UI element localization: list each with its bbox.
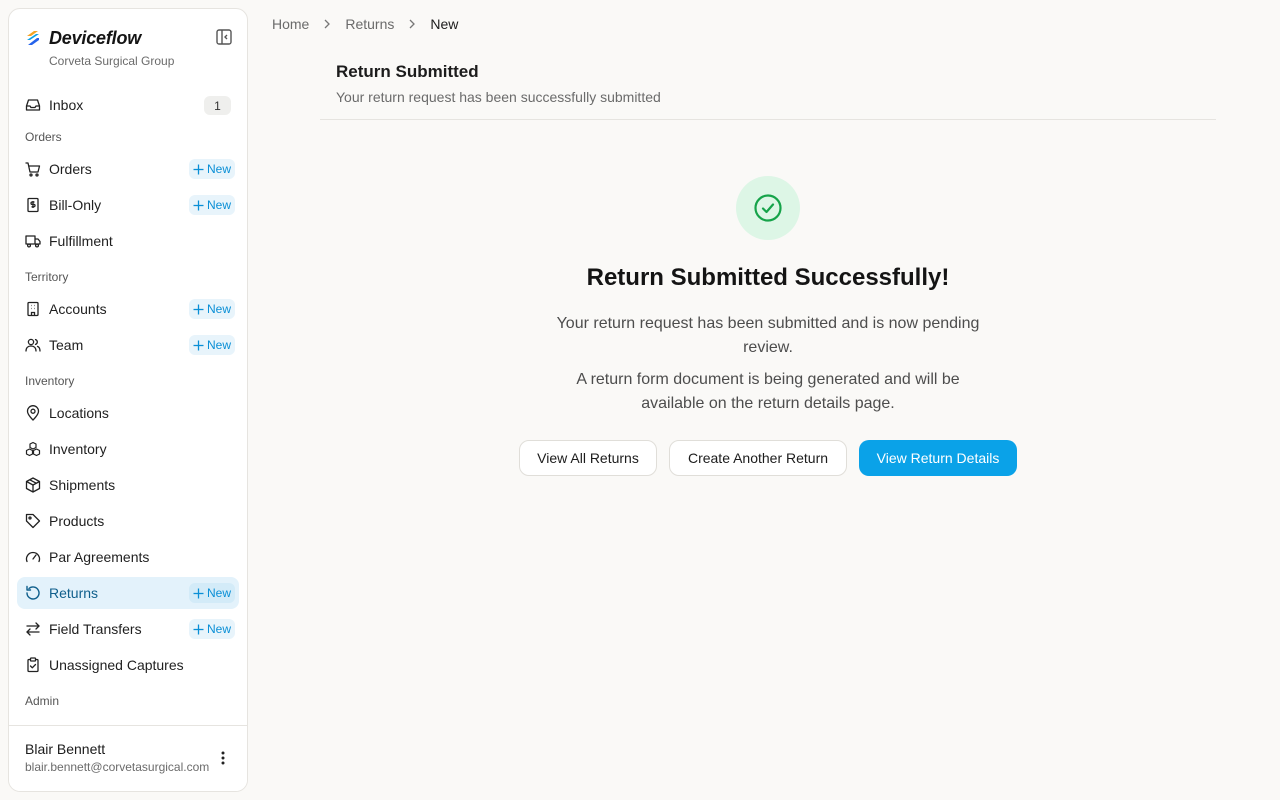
sidebar-item-label: Par Agreements — [49, 549, 150, 565]
view-return-details-button[interactable]: View Return Details — [859, 440, 1017, 476]
sidebar-item-shipments[interactable]: Shipments — [17, 469, 239, 501]
sidebar-item-label: Locations — [49, 405, 109, 421]
inbox-count-badge: 1 — [204, 96, 231, 115]
plus-icon — [193, 164, 204, 174]
new-label: New — [206, 198, 231, 212]
document-generation-message: A return form document is being generate… — [576, 371, 960, 412]
success-message: Your return request has been submitted a… — [556, 315, 980, 356]
new-label: New — [206, 586, 231, 600]
inbox-icon — [25, 97, 41, 113]
breadcrumb-home[interactable]: Home — [272, 16, 309, 32]
tag-icon — [25, 513, 41, 529]
new-return-button[interactable]: New — [188, 583, 235, 603]
sidebar-item-orders[interactable]: Orders New — [17, 153, 239, 185]
boxes-icon — [25, 441, 41, 457]
sidebar-item-label: Team — [49, 337, 84, 353]
new-bill-only-button[interactable]: New — [188, 195, 235, 215]
gauge-icon — [25, 549, 41, 565]
sidebar-item-label: Returns — [49, 585, 99, 601]
sidebar-item-fulfillment[interactable]: Fulfillment — [17, 225, 239, 257]
plus-icon — [193, 200, 204, 210]
user-account-panel[interactable]: Blair Bennett blair.bennett@corvetasurgi… — [9, 725, 247, 791]
check-circle-icon — [754, 194, 782, 222]
new-team-button[interactable]: New — [188, 335, 235, 355]
plus-icon — [193, 624, 204, 634]
breadcrumb-current: New — [430, 16, 459, 32]
sidebar-item-accounts[interactable]: Accounts New — [17, 293, 239, 325]
success-title: Return Submitted Successfully! — [586, 264, 950, 291]
new-field-transfer-button[interactable]: New — [188, 619, 235, 639]
new-account-button[interactable]: New — [188, 299, 235, 319]
brand[interactable]: Deviceflow — [25, 27, 141, 49]
sidebar-item-label: Fulfillment — [49, 233, 113, 249]
cart-icon — [25, 161, 41, 177]
sidebar-item-label: Bill-Only — [49, 197, 102, 213]
sidebar-toggle-icon — [216, 29, 232, 45]
chevron-right-icon — [408, 19, 416, 29]
clipboard-check-icon — [25, 657, 41, 673]
section-label-territory: Territory — [25, 270, 69, 284]
user-name: Blair Bennett — [25, 741, 106, 757]
sidebar-item-label: Products — [49, 513, 105, 529]
sidebar-item-returns[interactable]: Returns New — [17, 577, 239, 609]
plus-icon — [193, 340, 204, 350]
sidebar-item-products[interactable]: Products — [17, 505, 239, 537]
page-header: Return Submitted Your return request has… — [320, 62, 1216, 120]
sidebar-item-label: Unassigned Captures — [49, 657, 184, 673]
sidebar-item-unassigned-captures[interactable]: Unassigned Captures — [17, 649, 239, 681]
section-label-orders: Orders — [25, 130, 62, 144]
map-pin-icon — [25, 405, 41, 421]
user-email: blair.bennett@corvetasurgical.com — [25, 760, 210, 774]
page-title: Return Submitted — [336, 62, 479, 81]
page-subtitle: Your return request has been successfull… — [336, 89, 661, 105]
success-badge — [736, 176, 800, 240]
new-label: New — [206, 162, 231, 176]
section-label-admin: Admin — [25, 694, 60, 708]
plus-icon — [193, 588, 204, 598]
sidebar-item-locations[interactable]: Locations — [17, 397, 239, 429]
new-label: New — [206, 622, 231, 636]
building-icon — [25, 301, 41, 317]
receipt-dollar-icon — [25, 197, 41, 213]
rotate-ccw-icon — [25, 585, 41, 601]
users-icon — [25, 337, 41, 353]
deviceflow-logo-icon — [27, 31, 39, 45]
sidebar-item-label: Shipments — [49, 477, 116, 493]
view-all-returns-button[interactable]: View All Returns — [519, 440, 657, 476]
sidebar-item-label: Inventory — [49, 441, 107, 457]
sidebar-item-bill-only[interactable]: Bill-Only New — [17, 189, 239, 221]
sidebar: Deviceflow Corveta Surgical Group Inbox … — [8, 8, 248, 792]
plus-icon — [193, 304, 204, 314]
brand-name: Deviceflow — [49, 27, 142, 48]
package-icon — [25, 477, 41, 493]
sidebar-item-label: Field Transfers — [49, 621, 142, 637]
sidebar-collapse-button[interactable] — [214, 27, 234, 47]
new-label: New — [206, 302, 231, 316]
sidebar-item-par-agreements[interactable]: Par Agreements — [17, 541, 239, 573]
create-another-return-button[interactable]: Create Another Return — [669, 440, 847, 476]
breadcrumb-returns[interactable]: Returns — [345, 16, 394, 32]
more-vertical-icon — [221, 751, 225, 765]
breadcrumb: Home Returns New — [272, 14, 458, 34]
sidebar-item-field-transfers[interactable]: Field Transfers New — [17, 613, 239, 645]
sidebar-item-label: Orders — [49, 161, 92, 177]
sidebar-item-team[interactable]: Team New — [17, 329, 239, 361]
org-name: Corveta Surgical Group — [49, 54, 175, 68]
truck-icon — [25, 233, 41, 249]
new-order-button[interactable]: New — [188, 159, 235, 179]
sidebar-item-inbox[interactable]: Inbox 1 — [17, 89, 239, 121]
new-label: New — [206, 338, 231, 352]
user-menu-button[interactable] — [213, 748, 233, 768]
sidebar-item-label: Accounts — [49, 301, 107, 317]
sidebar-item-inventory[interactable]: Inventory — [17, 433, 239, 465]
chevron-right-icon — [323, 19, 331, 29]
arrows-left-right-icon — [25, 621, 41, 637]
section-label-inventory: Inventory — [25, 374, 75, 388]
sidebar-item-label: Inbox — [49, 97, 84, 113]
